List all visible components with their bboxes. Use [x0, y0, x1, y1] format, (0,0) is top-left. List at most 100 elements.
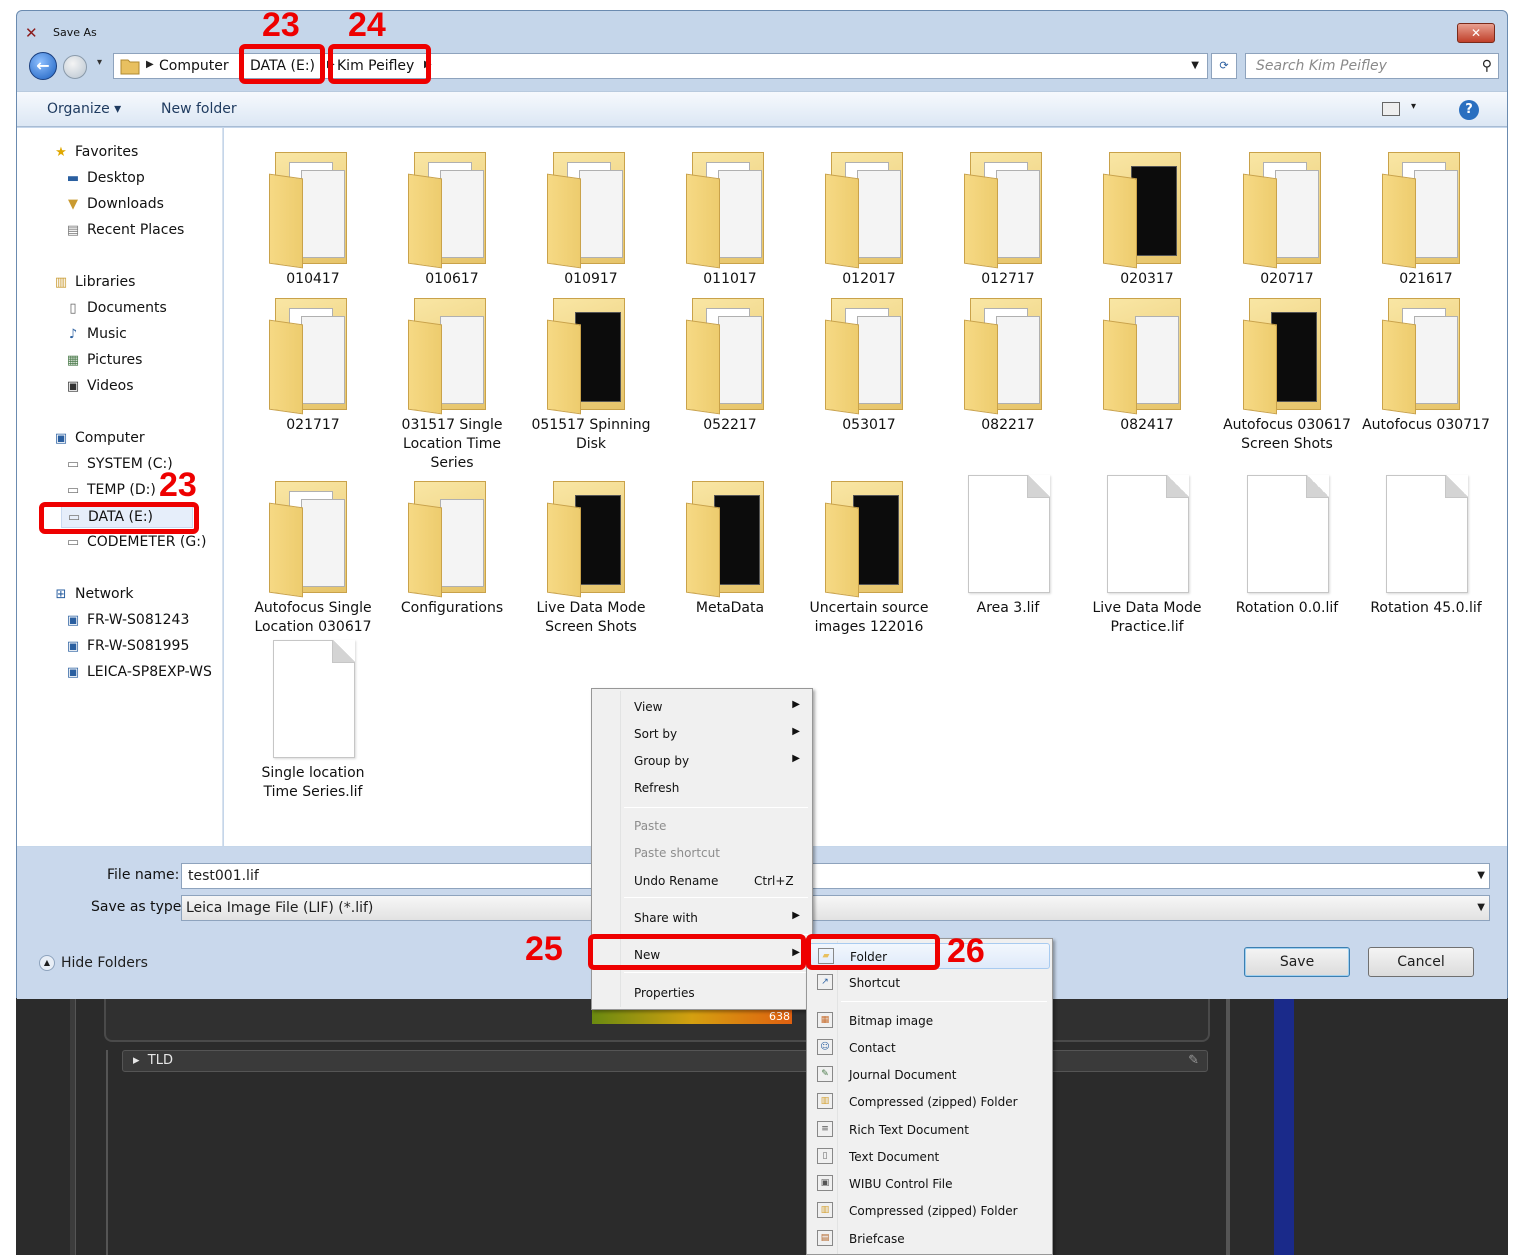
- menu-item-undo-rename[interactable]: Undo Rename Ctrl+Z: [594, 869, 810, 893]
- folder-item[interactable]: Autofocus 030617 Screen Shots: [1217, 292, 1357, 454]
- folder-item[interactable]: 012017: [799, 146, 939, 289]
- file-name-dropdown-icon[interactable]: ▼: [1477, 864, 1485, 888]
- save-button[interactable]: Save: [1244, 947, 1350, 977]
- folder-item[interactable]: 053017: [799, 292, 939, 435]
- new-bitmap-image[interactable]: ▦ Bitmap image: [809, 1008, 1050, 1034]
- refresh-button[interactable]: ⟳: [1211, 53, 1237, 79]
- menu-item-group-by[interactable]: Group by ▶: [594, 749, 810, 773]
- nav-item-pictures[interactable]: ▦ Pictures: [63, 352, 143, 368]
- nav-item-desktop[interactable]: ▬ Desktop: [63, 170, 145, 186]
- file-name-label: 011017: [703, 271, 757, 287]
- address-dropdown-icon[interactable]: ▼: [1191, 60, 1199, 71]
- folder-paper2: [996, 170, 1040, 258]
- folder-item[interactable]: 012717: [938, 146, 1078, 289]
- folder-item[interactable]: 082217: [938, 292, 1078, 435]
- file-item[interactable]: Rotation 0.0.lif: [1217, 475, 1357, 618]
- search-input[interactable]: Search Kim Peifley ⚲: [1245, 53, 1499, 79]
- folder-item[interactable]: 020717: [1217, 146, 1357, 289]
- tld-panel-label: TLD: [147, 1053, 173, 1068]
- new-rich-text-document[interactable]: ≡ Rich Text Document: [809, 1117, 1050, 1143]
- folder-item[interactable]: 031517 Single Location Time Series: [382, 292, 522, 473]
- folder-paper2: [857, 170, 901, 258]
- new-wibu-control-file[interactable]: ▣ WIBU Control File: [809, 1171, 1050, 1197]
- folder-item[interactable]: Live Data Mode Screen Shots: [521, 475, 661, 637]
- breadcrumb-separator-icon: ▶: [146, 59, 154, 70]
- organize-menu[interactable]: Organize ▾: [47, 101, 121, 117]
- color-scale-bar: 638: [592, 1010, 792, 1024]
- folder-item[interactable]: 021617: [1356, 146, 1496, 289]
- save-type-dropdown-icon[interactable]: ▼: [1477, 896, 1485, 920]
- nav-item-network-pc[interactable]: ▣ FR-W-S081995: [63, 638, 190, 654]
- panel-divider: [106, 1050, 108, 1255]
- nav-item-videos[interactable]: ▣ Videos: [63, 378, 134, 394]
- folder-item[interactable]: 020317: [1077, 146, 1217, 289]
- text-document-icon: ▯: [817, 1148, 833, 1164]
- menu-item-share-with[interactable]: Share with ▶: [594, 906, 810, 930]
- nav-item-temp-drive[interactable]: ▭ TEMP (D:): [63, 482, 156, 498]
- file-item[interactable]: Live Data Mode Practice.lif: [1077, 475, 1217, 637]
- menu-item-sort-by[interactable]: Sort by ▶: [594, 722, 810, 746]
- hide-folders-toggle[interactable]: ▲ Hide Folders: [39, 955, 148, 971]
- nav-item-downloads[interactable]: ▼ Downloads: [63, 196, 164, 212]
- new-shortcut[interactable]: ↗ Shortcut: [809, 970, 1050, 996]
- view-dropdown-icon[interactable]: ▾: [1411, 101, 1416, 112]
- save-type-select[interactable]: Leica Image File (LIF) (*.lif) ▼: [181, 895, 1490, 921]
- folder-item[interactable]: 011017: [660, 146, 800, 289]
- forward-button[interactable]: [63, 55, 87, 79]
- nav-item-system-drive[interactable]: ▭ SYSTEM (C:): [63, 456, 173, 472]
- new-contact[interactable]: ☺ Contact: [809, 1035, 1050, 1061]
- menu-item-view[interactable]: View ▶: [594, 695, 810, 719]
- folder-item[interactable]: Autofocus 030717: [1356, 292, 1496, 435]
- file-item[interactable]: Rotation 45.0.lif: [1356, 475, 1496, 618]
- nav-network[interactable]: ⊞ Network: [51, 586, 134, 602]
- breadcrumb-computer[interactable]: Computer: [159, 58, 229, 74]
- folder-item[interactable]: Autofocus Single Location 030617: [243, 475, 383, 637]
- new-compressed-zipped-folder[interactable]: ▥ Compressed (zipped) Folder: [809, 1089, 1050, 1115]
- folder-item[interactable]: 010617: [382, 146, 522, 289]
- new-folder-button[interactable]: New folder: [161, 101, 237, 117]
- cancel-button[interactable]: Cancel: [1368, 947, 1474, 977]
- folder-item[interactable]: 052217: [660, 292, 800, 435]
- new-journal-document[interactable]: ✎ Journal Document: [809, 1062, 1050, 1088]
- nav-item-documents[interactable]: ▯ Documents: [63, 300, 166, 316]
- nav-favorites[interactable]: ★ Favorites: [51, 144, 138, 160]
- change-view-icon[interactable]: [1382, 102, 1400, 116]
- folder-item[interactable]: 051517 Spinning Disk: [521, 292, 661, 454]
- file-name-input[interactable]: test001.lif ▼: [181, 863, 1490, 889]
- menu-item-label: Share with: [634, 911, 698, 925]
- folder-item[interactable]: 082417: [1077, 292, 1217, 435]
- nav-libraries[interactable]: ▥ Libraries: [51, 274, 136, 290]
- file-item[interactable]: Area 3.lif: [938, 475, 1078, 618]
- folder-item[interactable]: 010417: [243, 146, 383, 289]
- nav-item-music[interactable]: ♪ Music: [63, 326, 127, 342]
- music-icon: ♪: [68, 327, 78, 342]
- folder-item[interactable]: 010917: [521, 146, 661, 289]
- folder-item[interactable]: 021717: [243, 292, 383, 435]
- nav-item-network-pc[interactable]: ▣ FR-W-S081243: [63, 612, 190, 628]
- nav-computer[interactable]: ▣ Computer: [51, 430, 145, 446]
- menu-item-properties[interactable]: Properties: [594, 981, 810, 1005]
- panel-divider: [70, 990, 76, 1255]
- new-text-document[interactable]: ▯ Text Document: [809, 1144, 1050, 1170]
- panel-divider: [1226, 990, 1230, 1255]
- close-button[interactable]: ✕: [1457, 23, 1495, 43]
- back-button[interactable]: ←: [29, 52, 57, 80]
- folder-icon: [1241, 292, 1333, 415]
- nav-item-network-pc[interactable]: ▣ LEICA-SP8EXP-WS: [63, 664, 212, 680]
- help-button[interactable]: ?: [1459, 100, 1479, 120]
- folder-item[interactable]: Uncertain source images 122016: [799, 475, 939, 637]
- pin-icon[interactable]: ✎: [1188, 1051, 1199, 1071]
- search-icon[interactable]: ⚲: [1482, 54, 1492, 78]
- menu-item-refresh[interactable]: Refresh: [594, 776, 810, 800]
- folder-item[interactable]: MetaData: [660, 475, 800, 618]
- file-item[interactable]: Single location Time Series.lif: [243, 640, 383, 802]
- nav-item-recent-places[interactable]: ▤ Recent Places: [63, 222, 185, 238]
- new-compressed-zipped-folder[interactable]: ▥ Compressed (zipped) Folder: [809, 1198, 1050, 1224]
- new-briefcase[interactable]: ▤ Briefcase: [809, 1226, 1050, 1252]
- title-bar[interactable]: ✕ Save As ✕: [17, 11, 1507, 45]
- folder-item[interactable]: Configurations: [382, 475, 522, 618]
- history-dropdown-icon[interactable]: ▾: [97, 57, 102, 68]
- nav-item-codemeter-drive[interactable]: ▭ CODEMETER (G:): [63, 534, 207, 550]
- document-icon: [1380, 475, 1472, 595]
- folder-front: [686, 502, 720, 598]
